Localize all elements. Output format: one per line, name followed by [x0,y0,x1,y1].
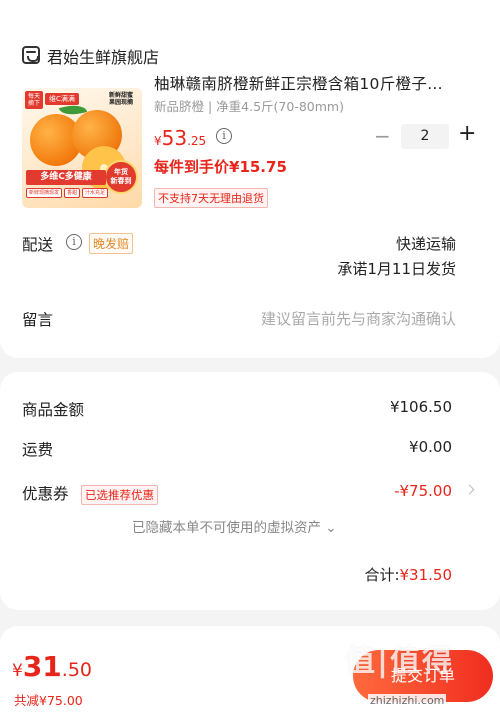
hidden-assets-label: 已隐藏本单不可使用的虚拟资产 [132,520,321,536]
decrease-quantity-button[interactable]: − [374,124,391,148]
image-banner: 多维C多健康 [26,170,106,185]
image-tag: 每天 摘下 [25,91,44,109]
coupon-recommended-tag[interactable]: 已选推荐优惠 [81,485,158,505]
info-icon[interactable]: i [216,128,232,144]
product-image[interactable]: 每天 摘下 维C满满 新鲜甜蜜 果园现摘 年货 新春到 多维C多健康 新鲜现摘现发 香… [22,88,142,208]
increase-quantity-button[interactable]: + [458,121,476,146]
store-name[interactable]: 君始生鲜旗舰店 [47,44,159,68]
pay-decimal: .50 [61,659,93,681]
image-mini-tag: 新鲜现摘现发 [26,188,63,198]
shipping-fee-value: ¥0.00 [409,438,452,456]
pay-currency: ¥ [12,661,23,681]
per-piece-price: 每件到手价¥15.75 [154,158,287,176]
pay-integer: 31 [22,650,62,683]
delivery-promise: 承诺1月11日发货 [337,260,456,278]
no-return-badge: 不支持7天无理由退货 [154,188,268,208]
goods-amount-label: 商品金额 [22,401,85,419]
image-tag: 维C满满 [45,93,79,105]
coupon-value[interactable]: -¥75.00 [394,482,452,500]
payable-amount: ¥31.50 [12,650,92,683]
chevron-down-icon: ⌄ [325,520,337,536]
order-total: 合计:¥31.50 [364,564,452,585]
shipping-fee-label: 运费 [22,441,54,459]
product-spec[interactable]: 新品脐橙 | 净重4.5斤(70-80mm) [154,96,344,115]
total-value: ¥31.50 [399,566,453,584]
goods-amount-value: ¥106.50 [389,398,452,416]
image-mini-tags: 新鲜现摘现发 香甜 汁水充足 [26,188,109,198]
quantity-input[interactable]: 2 [401,124,449,149]
coupon-label[interactable]: 优惠券 [22,482,69,504]
info-icon[interactable]: i [66,234,82,250]
image-tag: 新鲜甜蜜 果园现摘 [108,92,133,106]
store-icon [22,46,40,64]
watermark-logo: 值|值得 [345,644,454,679]
total-label: 合计: [364,566,400,584]
total-discount: 共减¥75.00 [14,693,83,708]
delivery-method[interactable]: 快递运输 [396,233,456,254]
price-currency: ¥ [154,134,162,148]
product-title[interactable]: 柚琳赣南脐橙新鲜正宗橙含箱10斤橙子… [154,72,443,94]
hidden-assets-toggle[interactable]: 已隐藏本单不可使用的虚拟资产 ⌄ [132,516,337,536]
image-mini-tag: 香甜 [64,188,81,198]
image-badge: 年货 新春到 [104,160,138,194]
memo-label: 留言 [22,311,54,329]
image-mini-tag: 汁水充足 [82,188,109,198]
unit-price: ¥53.25 [154,126,206,150]
watermark-url: zhizhizhi.com [368,694,447,707]
price-integer: 53 [161,126,188,150]
late-shipment-compensation-badge[interactable]: 晚发赔 [89,233,134,254]
memo-input[interactable]: 建议留言前先与商家沟通确认 [261,308,456,329]
price-decimal: .25 [187,134,207,148]
delivery-label: 配送 [22,236,54,254]
